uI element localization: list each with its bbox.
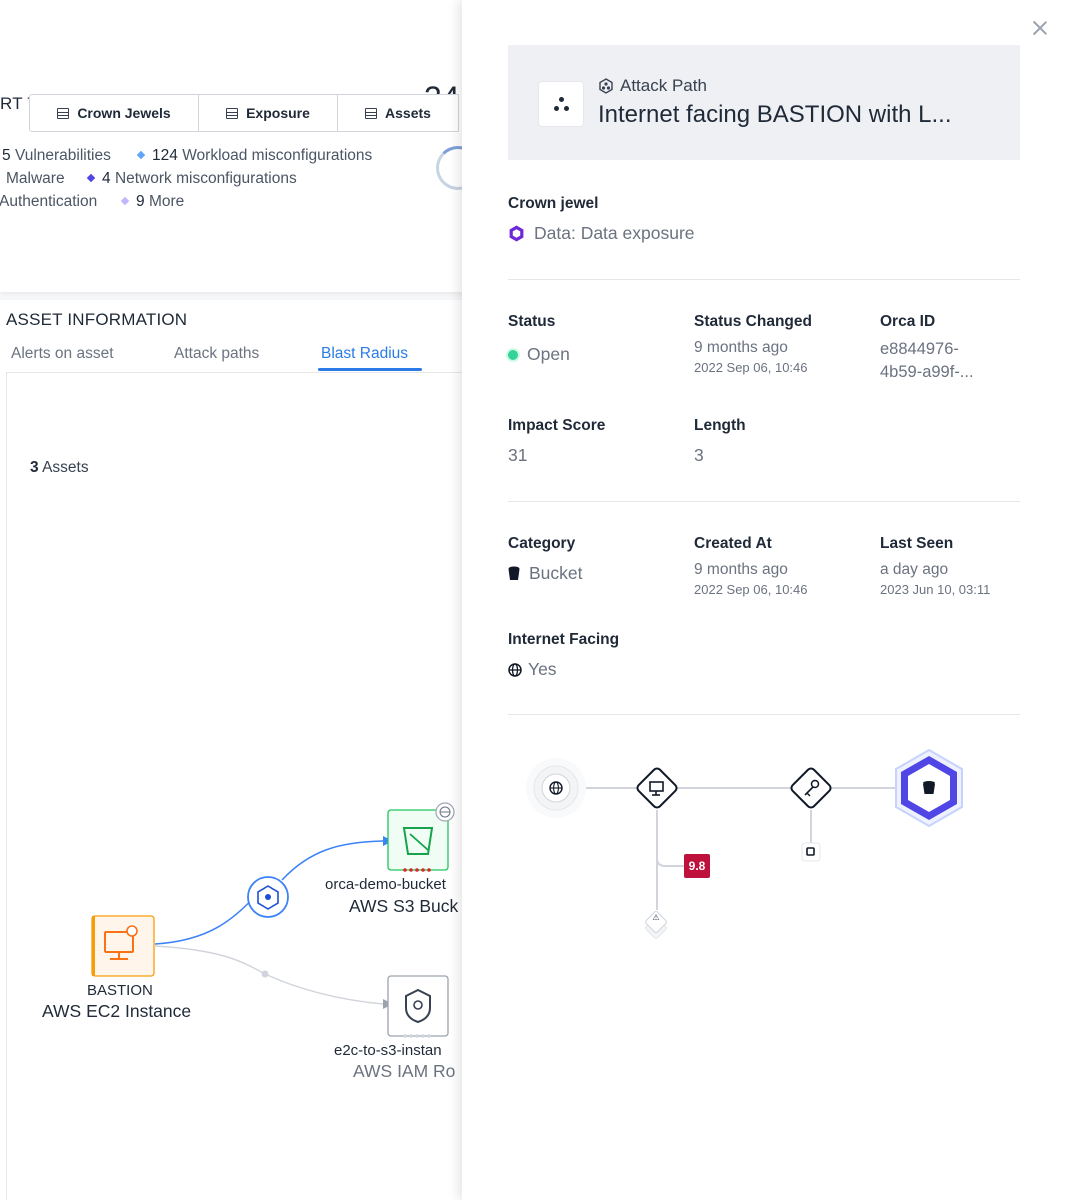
iam-node-icon[interactable]: [387, 975, 449, 1038]
network-connector-icon[interactable]: [247, 876, 289, 918]
table-icon: [365, 107, 378, 119]
length-value: 3: [694, 445, 704, 465]
alert-type-authentication[interactable]: Authentication: [0, 193, 97, 211]
crown-jewel-icon: [509, 225, 524, 242]
divider: [508, 279, 1020, 280]
status-changed-value: 9 months ago: [694, 339, 788, 356]
last-seen-date: 2023 Jun 10, 03:11: [880, 582, 991, 597]
segment-exposure[interactable]: Exposure: [198, 94, 338, 132]
length-label: Length: [694, 417, 746, 434]
compute-node-icon[interactable]: [636, 767, 678, 809]
orca-id-label: Orca ID: [880, 313, 936, 330]
permission-node-icon[interactable]: [801, 842, 821, 862]
cvss-score-badge[interactable]: 9.8: [684, 854, 710, 878]
divider: [508, 714, 1020, 715]
alert-type-malware[interactable]: Malware: [6, 170, 65, 188]
drawer-type-label: Attack Path: [620, 76, 707, 95]
alert-type-workload[interactable]: 124 Workload misconfigurations: [136, 147, 372, 165]
iam-node-type: AWS IAM Ro: [353, 1061, 456, 1081]
active-tab-indicator: [318, 368, 422, 371]
tab-blast-radius[interactable]: Blast Radius: [321, 345, 408, 363]
internet-node-icon[interactable]: [526, 758, 586, 818]
close-icon[interactable]: [1030, 18, 1050, 38]
attack-path-drawer: [462, 0, 1065, 1200]
last-seen-label: Last Seen: [880, 535, 954, 552]
s3-node-name: orca-demo-bucket: [325, 876, 446, 893]
status-changed-label: Status Changed: [694, 313, 812, 330]
ec2-node-type: AWS EC2 Instance: [42, 1001, 192, 1021]
impact-score-value: 31: [508, 445, 528, 465]
status-changed-date: 2022 Sep 06, 10:46: [694, 360, 808, 375]
tab-alerts-on-asset[interactable]: Alerts on asset: [11, 345, 114, 363]
bucket-icon: [508, 566, 520, 580]
segment-assets[interactable]: Assets: [337, 94, 459, 132]
internet-facing-value: Yes: [508, 659, 557, 680]
status-dot: [508, 350, 518, 361]
attack-path-small-icon: [599, 78, 613, 94]
legend-dot: [86, 173, 96, 183]
background-page: RT TYPES 34 5 Vulnerabilities 124 Worklo…: [0, 0, 470, 1200]
globe-icon: [508, 662, 522, 677]
crown-jewel-label: Crown jewel: [508, 195, 599, 212]
crown-jewel-node-icon[interactable]: [895, 748, 963, 828]
status-value: Open: [508, 344, 570, 365]
iam-node-name: e2c-to-s3-instan: [334, 1042, 442, 1059]
impact-score-label: Impact Score: [508, 417, 606, 434]
table-icon: [57, 107, 70, 119]
internet-facing-label: Internet Facing: [508, 631, 620, 648]
category-value: Bucket: [508, 563, 583, 584]
alert-type-vulnerabilities[interactable]: 5 Vulnerabilities: [2, 147, 111, 165]
alert-types-card: RT TYPES 34 5 Vulnerabilities 124 Worklo…: [0, 0, 470, 292]
created-at-date: 2022 Sep 06, 10:46: [694, 582, 808, 597]
ec2-node-name: BASTION: [87, 982, 153, 999]
category-label: Category: [508, 535, 576, 552]
last-seen-value: a day ago: [880, 561, 949, 578]
vulnerability-stack-icon[interactable]: ⚠: [645, 911, 668, 940]
orca-id-line2: 4b59-a99f-...: [880, 363, 974, 381]
crown-jewel-value: Data: Data exposure: [508, 223, 695, 244]
legend-dot: [120, 196, 130, 206]
attack-path-graph: 9.8 ⚠: [526, 748, 963, 940]
created-at-value: 9 months ago: [694, 561, 788, 578]
asset-information-title: ASSET INFORMATION: [6, 310, 188, 329]
assets-count: 3 Assets: [30, 459, 89, 476]
svg-text:⚠: ⚠: [652, 913, 659, 922]
alert-type-network[interactable]: 4 Network misconfigurations: [86, 170, 297, 188]
drawer-type: Attack Path: [598, 76, 707, 96]
orca-id-line1: e8844976-: [880, 340, 959, 358]
table-icon: [226, 107, 239, 119]
iam-role-node-icon[interactable]: [790, 767, 832, 809]
s3-node-icon[interactable]: [387, 802, 455, 872]
created-at-label: Created At: [694, 535, 772, 552]
s3-node-type: AWS S3 Buck: [349, 896, 459, 916]
segment-crown-jewels[interactable]: Crown Jewels: [29, 94, 199, 132]
svg-text:9.8: 9.8: [689, 859, 706, 873]
status-label: Status: [508, 313, 556, 330]
ec2-node-icon[interactable]: [91, 915, 155, 977]
tab-attack-paths[interactable]: Attack paths: [174, 345, 259, 363]
attack-path-icon: [538, 81, 584, 127]
drawer-title: Internet facing BASTION with L...: [598, 101, 952, 128]
legend-dot: [136, 150, 146, 160]
alert-type-more[interactable]: 9 More: [120, 193, 184, 211]
divider: [508, 501, 1020, 502]
